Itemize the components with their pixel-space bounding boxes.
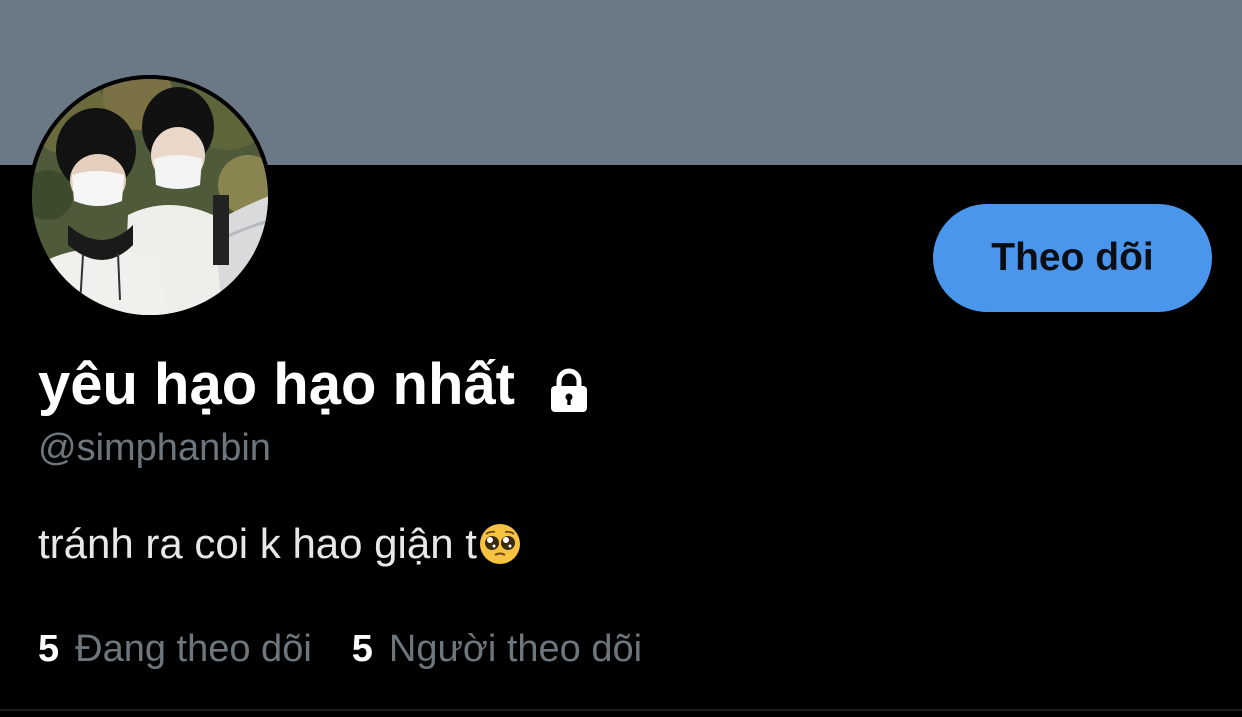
following-label: Đang theo dõi [75,628,312,670]
user-handle: @simphanbin [38,427,271,469]
bio-text: tránh ra coi k hao giận t [38,520,477,567]
followers-count: 5 [351,628,373,670]
following-count: 5 [38,628,60,670]
pleading-face-icon [478,522,522,566]
lock-icon [545,361,593,412]
bio: tránh ra coi k hao giận t [38,518,522,570]
follow-stats: 5 Đang theo dõi 5 Người theo dõi [38,625,642,673]
display-name-row: yêu hạo hạo nhất [38,350,593,420]
divider [0,709,1242,711]
following-stat[interactable]: 5 Đang theo dõi [38,625,312,673]
display-name: yêu hạo hạo nhất [38,352,515,417]
avatar[interactable] [28,75,272,319]
follow-button[interactable]: Theo dõi [933,204,1212,312]
followers-stat[interactable]: 5 Người theo dõi [352,625,642,673]
followers-label: Người theo dõi [388,628,643,670]
